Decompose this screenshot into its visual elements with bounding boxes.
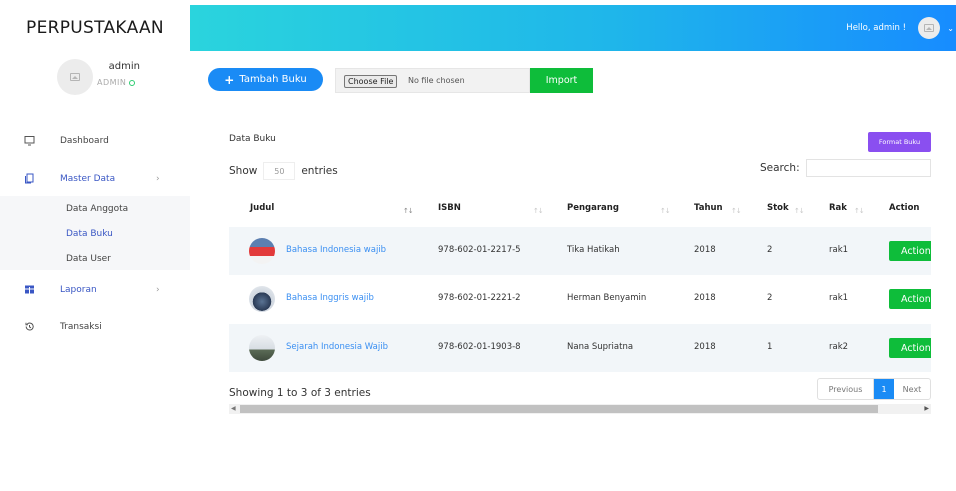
book-cover-thumbnail	[249, 335, 275, 361]
sidebar-item-dashboard[interactable]: Dashboard	[0, 130, 190, 152]
master-data-submenu: Data Anggota Data Buku Data User	[0, 196, 190, 270]
table-info: Showing 1 to 3 of 3 entries	[229, 387, 371, 399]
length-control: Show 50 entries	[229, 162, 338, 180]
cell-tahun: 2018	[694, 293, 716, 303]
table-icon	[25, 285, 34, 294]
plus-icon: +	[224, 72, 235, 87]
choose-file-button[interactable]: Choose File	[344, 75, 398, 88]
column-header-action: Action	[889, 203, 920, 213]
card-title: Data Buku	[229, 134, 276, 144]
search-input[interactable]	[806, 159, 931, 177]
cell-isbn: 978-602-01-2221-2	[438, 293, 521, 303]
book-title-link[interactable]: Bahasa Indonesia wajib	[286, 245, 386, 255]
add-book-button[interactable]: + Tambah Buku	[208, 68, 323, 91]
sidebar-item-data-anggota[interactable]: Data Anggota	[66, 204, 128, 214]
cell-stok: 2	[767, 293, 773, 303]
chevron-right-icon: ›	[156, 285, 160, 295]
history-icon	[25, 322, 34, 331]
online-status-icon	[129, 79, 136, 86]
user-name: admin	[108, 61, 140, 72]
cell-isbn: 978-602-01-1903-8	[438, 342, 521, 352]
column-header-pengarang[interactable]: Pengarang	[567, 203, 619, 213]
book-cover-thumbnail	[249, 286, 275, 312]
show-label: Show	[229, 165, 258, 177]
chevron-right-icon: ›	[156, 174, 160, 184]
entries-label: entries	[301, 165, 338, 177]
format-book-button[interactable]: Format Buku	[868, 132, 931, 152]
cell-pengarang: Herman Benyamin	[567, 293, 647, 303]
sidebar-item-master-data[interactable]: Master Data ›	[0, 168, 190, 190]
table-row: Bahasa Indonesia wajib 978-602-01-2217-5…	[229, 227, 931, 275]
sidebar-item-laporan[interactable]: Laporan ›	[0, 279, 190, 301]
sidebar-item-master-data-label: Master Data	[60, 174, 116, 184]
horizontal-scrollbar[interactable]: ◀ ▶	[229, 404, 931, 414]
cell-isbn: 978-602-01-2217-5	[438, 245, 521, 255]
user-panel: admin ADMIN	[0, 56, 190, 96]
sort-icon[interactable]: ↑↓	[660, 207, 671, 215]
book-title-link[interactable]: Sejarah Indonesia Wajib	[286, 342, 388, 352]
file-status-text: No file chosen	[408, 76, 465, 85]
column-header-rak[interactable]: Rak	[829, 203, 847, 213]
sidebar-item-transaksi[interactable]: Transaksi	[0, 316, 190, 338]
cell-tahun: 2018	[694, 245, 716, 255]
sidebar-item-laporan-label: Laporan	[60, 285, 97, 295]
user-menu-avatar[interactable]	[918, 17, 940, 39]
column-header-judul[interactable]: Judul	[250, 203, 274, 213]
sort-icon[interactable]: ↑↓	[794, 207, 805, 215]
column-header-stok[interactable]: Stok	[767, 203, 789, 213]
sidebar-item-data-buku[interactable]: Data Buku	[66, 229, 113, 239]
cell-rak: rak1	[829, 245, 849, 255]
sidebar-item-transaksi-label: Transaksi	[60, 322, 102, 332]
next-page-button[interactable]: Next	[894, 379, 930, 399]
copy-icon	[25, 173, 34, 184]
brand-title[interactable]: PERPUSTAKAAN	[0, 5, 190, 51]
sidebar-item-dashboard-label: Dashboard	[60, 136, 109, 146]
sidebar: PERPUSTAKAAN admin ADMIN Dashboard Maste…	[0, 0, 190, 491]
cell-pengarang: Tika Hatikah	[567, 245, 620, 255]
action-button[interactable]: Action	[889, 289, 931, 309]
top-navbar: Hello, admin ! ⌄	[190, 5, 956, 51]
greeting-text: Hello, admin !	[846, 23, 906, 33]
sort-asc-icon[interactable]: ↑↓	[403, 207, 414, 215]
sort-icon[interactable]: ↑↓	[731, 207, 742, 215]
book-title-link[interactable]: Bahasa Inggris wajib	[286, 293, 374, 303]
table-row: Bahasa Inggris wajib 978-602-01-2221-2 H…	[229, 275, 931, 323]
cell-stok: 2	[767, 245, 773, 255]
cell-stok: 1	[767, 342, 773, 352]
sidebar-item-data-user[interactable]: Data User	[66, 254, 111, 264]
cell-tahun: 2018	[694, 342, 716, 352]
column-header-isbn[interactable]: ISBN	[438, 203, 461, 213]
table-row: Sejarah Indonesia Wajib 978-602-01-1903-…	[229, 324, 931, 372]
scroll-right-icon[interactable]: ▶	[924, 405, 929, 412]
column-header-tahun[interactable]: Tahun	[694, 203, 723, 213]
import-button[interactable]: Import	[530, 68, 593, 93]
image-placeholder-icon	[924, 24, 934, 32]
search-label: Search:	[760, 162, 800, 174]
scrollbar-thumb[interactable]	[240, 405, 878, 413]
add-book-label: Tambah Buku	[239, 74, 307, 85]
image-placeholder-icon	[70, 73, 80, 81]
page-button-current[interactable]: 1	[874, 379, 894, 399]
sort-icon[interactable]: ↑↓	[854, 207, 865, 215]
entries-length-select[interactable]: 50	[263, 162, 296, 180]
previous-page-button[interactable]: Previous	[818, 379, 874, 399]
book-cover-thumbnail	[249, 238, 275, 264]
chevron-down-icon[interactable]: ⌄	[947, 24, 954, 33]
file-input[interactable]: Choose File No file chosen	[335, 68, 530, 93]
user-avatar	[57, 59, 93, 95]
pagination: Previous 1 Next	[817, 378, 931, 400]
monitor-icon	[24, 136, 35, 146]
action-button[interactable]: Action	[889, 241, 931, 261]
cell-rak: rak2	[829, 342, 849, 352]
sort-icon[interactable]: ↑↓	[533, 207, 544, 215]
cell-pengarang: Nana Supriatna	[567, 342, 634, 352]
table-header: Judul ↑↓ ISBN ↑↓ Pengarang ↑↓ Tahun ↑↓ S…	[229, 193, 931, 227]
cell-rak: rak1	[829, 293, 849, 303]
user-role: ADMIN	[97, 78, 136, 87]
user-role-label: ADMIN	[97, 78, 127, 87]
action-button[interactable]: Action	[889, 338, 931, 358]
scroll-left-icon[interactable]: ◀	[231, 405, 236, 412]
